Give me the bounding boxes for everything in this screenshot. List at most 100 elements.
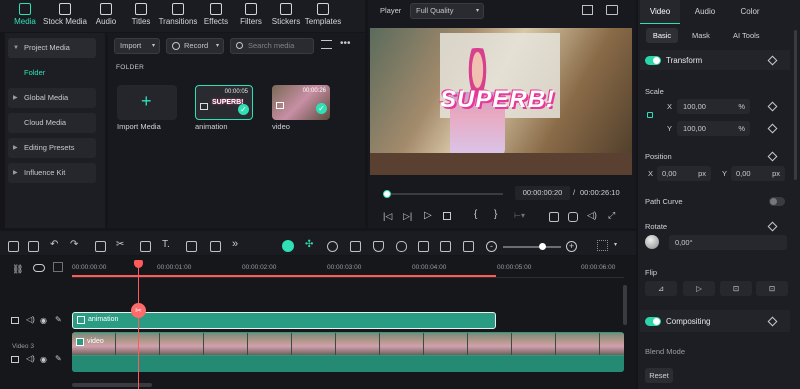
track-audio-icon[interactable]: ◁) <box>26 315 35 324</box>
record-dropdown[interactable]: Record ▾ <box>166 38 224 54</box>
pos-x-label: X <box>648 169 654 178</box>
sidebar-item-global-media[interactable]: ▶ Global Media <box>8 88 96 108</box>
rotate-counterclockwise-button[interactable]: ⊡ <box>756 281 788 296</box>
track-settings-icon[interactable] <box>53 262 63 272</box>
step-forward-icon[interactable]: ▷| <box>403 211 412 222</box>
link-lock-icon[interactable] <box>647 112 653 118</box>
search-input[interactable]: Search media <box>230 38 314 54</box>
compositing-toggle[interactable] <box>645 317 661 326</box>
shape-icon[interactable] <box>186 241 197 252</box>
more-tools-icon[interactable]: » <box>232 238 238 250</box>
expand-icon[interactable]: ⤢ <box>608 210 615 221</box>
subtab-mask[interactable]: Mask <box>692 31 710 40</box>
subtitle-icon[interactable] <box>463 241 474 252</box>
track-edit-icon[interactable]: ✎ <box>55 354 62 363</box>
layout-grid-icon[interactable] <box>597 240 608 251</box>
subtab-ai-tools[interactable]: AI Tools <box>733 31 760 40</box>
sidebar-item-influence-kit[interactable]: ▶ Influence Kit <box>8 163 96 183</box>
flip-vertical-button[interactable]: ⊿ <box>645 281 677 296</box>
zoom-slider-handle[interactable] <box>539 243 546 250</box>
quality-dropdown[interactable]: Full Quality ▾ <box>410 3 484 19</box>
adjust-icon[interactable] <box>210 241 221 252</box>
mark-in-icon[interactable]: { <box>474 209 477 220</box>
reset-button[interactable]: Reset <box>645 368 673 383</box>
shield-icon[interactable] <box>373 241 384 252</box>
track-lock-icon[interactable] <box>11 317 19 324</box>
ruler-tick: 00:00:00:00 <box>72 264 107 271</box>
redo-icon[interactable]: ↷ <box>70 239 78 250</box>
tab-color[interactable]: Color <box>735 0 765 24</box>
zoom-slider[interactable] <box>503 246 561 248</box>
titles-icon <box>135 3 147 15</box>
player-progress-handle[interactable] <box>382 190 391 198</box>
tab-audio-props[interactable]: Audio <box>690 0 720 24</box>
step-back-icon[interactable]: |◁ <box>383 211 392 222</box>
rotate-dial-icon[interactable] <box>645 235 659 249</box>
insert-icon[interactable]: ⊢▾ <box>514 211 525 220</box>
grid-view-icon[interactable] <box>582 5 593 15</box>
pos-y-input[interactable]: 0,00 px <box>731 166 785 181</box>
sidebar-item-project-media[interactable]: ▼ Project Media <box>8 38 96 58</box>
link-icon[interactable] <box>33 264 45 272</box>
undo-icon[interactable]: ↶ <box>50 239 58 250</box>
sidebar-item-folder[interactable]: Folder <box>24 68 45 77</box>
sidebar-item-editing-presets[interactable]: ▶ Editing Presets <box>8 138 96 158</box>
scale-label: Scale <box>645 87 664 96</box>
pos-x-input[interactable]: 0,00 px <box>657 166 711 181</box>
delete-icon[interactable] <box>95 241 106 252</box>
split-icon[interactable]: ✂ <box>116 239 124 250</box>
snapshot-icon[interactable] <box>606 5 618 15</box>
import-dropdown[interactable]: Import ▾ <box>114 38 160 54</box>
timeline-vertical-scrollbar[interactable] <box>623 285 627 325</box>
tab-video[interactable]: Video <box>640 0 680 24</box>
image-icon[interactable] <box>418 241 429 252</box>
filter-icon[interactable] <box>321 40 332 49</box>
render-icon[interactable] <box>327 241 338 252</box>
import-media-tile[interactable]: + <box>117 85 177 120</box>
flip-horizontal-button[interactable]: ▷ <box>683 281 715 296</box>
media-item-animation[interactable]: 00:00:05 SUPERB! ✓ <box>195 85 253 120</box>
ripple-tool-icon[interactable] <box>28 241 39 252</box>
track-audio-icon[interactable]: ◁) <box>26 354 35 363</box>
media-item-video[interactable]: 00:00:26 ✓ <box>272 85 330 120</box>
scale-x-label: X <box>667 102 673 111</box>
add-track-icon[interactable]: ⛓ <box>12 264 23 275</box>
marker-icon[interactable] <box>350 241 361 252</box>
auto-ripple-icon[interactable] <box>282 240 294 252</box>
clip-video[interactable]: video <box>72 332 624 372</box>
tab-templates[interactable]: Templates <box>303 2 343 30</box>
select-tool-icon[interactable] <box>8 241 19 252</box>
mark-out-icon[interactable]: } <box>494 209 497 220</box>
crop-icon[interactable] <box>140 241 151 252</box>
more-icon[interactable]: ••• <box>340 38 351 49</box>
microphone-icon[interactable] <box>396 241 407 252</box>
path-curve-toggle[interactable] <box>769 197 785 206</box>
chevron-down-icon[interactable]: ▾ <box>614 241 617 248</box>
rotate-clockwise-button[interactable]: ⊡ <box>720 281 752 296</box>
playhead-split-marker[interactable]: ✂ <box>131 303 146 318</box>
zoom-in-icon[interactable]: + <box>566 241 577 252</box>
play-icon[interactable]: ▷ <box>424 210 432 221</box>
zoom-out-icon[interactable]: - <box>486 241 497 252</box>
track-visibility-icon[interactable]: ◉ <box>40 316 47 325</box>
timeline-scrollbar[interactable] <box>72 383 152 387</box>
player-progress-track[interactable] <box>383 193 503 195</box>
rotate-input[interactable]: 0,00° <box>669 235 787 250</box>
stop-icon[interactable] <box>443 212 451 220</box>
flip-label: Flip <box>645 268 658 277</box>
camera-icon[interactable] <box>568 212 578 222</box>
volume-icon[interactable]: ◁) <box>587 210 597 221</box>
scale-x-input[interactable]: 100,00% <box>677 99 750 114</box>
fullscreen-icon[interactable] <box>549 212 559 222</box>
track-edit-icon[interactable]: ✎ <box>55 315 62 324</box>
transform-toggle[interactable] <box>645 56 661 65</box>
audio-track-icon[interactable] <box>440 241 451 252</box>
text-tool-icon[interactable]: T. <box>162 239 170 250</box>
track-lock-icon[interactable] <box>11 356 19 363</box>
subtab-basic[interactable]: Basic <box>646 28 678 43</box>
track-visibility-icon[interactable]: ◉ <box>40 355 47 364</box>
snap-icon[interactable]: ✣ <box>305 239 313 250</box>
scale-y-input[interactable]: 100,00% <box>677 121 750 136</box>
panel-scrollbar[interactable] <box>794 30 797 180</box>
sidebar-item-cloud-media[interactable]: Cloud Media <box>8 113 96 133</box>
